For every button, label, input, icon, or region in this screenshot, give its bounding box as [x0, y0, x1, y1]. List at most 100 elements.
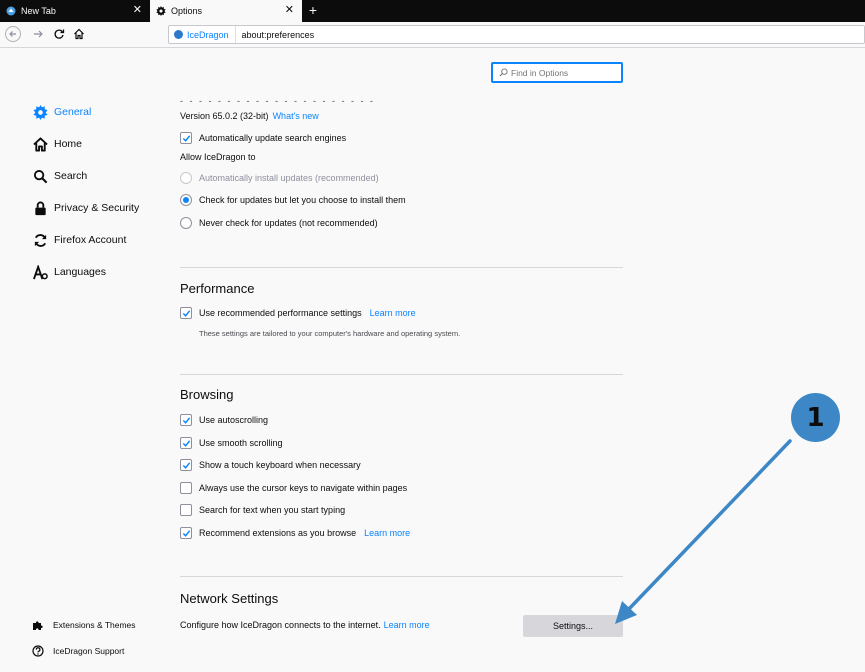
tab-title: New Tab	[21, 6, 56, 16]
sidebar-item-label: Search	[54, 170, 88, 182]
sidebar-item-label: General	[54, 106, 92, 118]
sidebar-footer-label: Extensions & Themes	[53, 620, 136, 630]
performance-note: These settings are tailored to your comp…	[199, 329, 461, 338]
sidebar-item-label: Privacy & Security	[54, 202, 140, 214]
lock-icon	[32, 200, 48, 216]
gear-icon	[156, 6, 166, 16]
search-input-wrapper[interactable]	[491, 62, 623, 83]
home-icon[interactable]	[71, 26, 87, 42]
annotation-callout: 1	[791, 393, 840, 442]
help-icon	[32, 645, 44, 657]
search-icon	[32, 168, 48, 184]
radio-auto-install	[180, 172, 192, 184]
forward-icon[interactable]	[30, 26, 46, 42]
network-settings-button[interactable]: Settings...	[523, 615, 623, 637]
back-icon[interactable]	[5, 26, 21, 42]
smooth-scrolling-row[interactable]: Use smooth scrolling	[180, 437, 283, 449]
checkbox-label: Automatically update search engines	[199, 133, 347, 143]
recommended-performance-checkbox[interactable]	[180, 307, 192, 319]
tab-strip: New Tab ✕ Options ✕ +	[0, 0, 865, 22]
network-description: Configure how IceDragon connects to the …	[180, 620, 381, 630]
update-option-check-only[interactable]: Check for updates but let you choose to …	[180, 194, 406, 206]
tab-new-tab[interactable]: New Tab ✕	[0, 0, 150, 22]
cursor-keys-checkbox[interactable]	[180, 482, 192, 494]
network-settings-heading: Network Settings	[180, 591, 279, 606]
auto-update-search-checkbox-row[interactable]: Automatically update search engines	[180, 132, 346, 144]
checkbox-label: Recommend extensions as you browse	[199, 528, 357, 538]
checkbox-label: Use smooth scrolling	[199, 438, 283, 448]
touch-keyboard-row[interactable]: Show a touch keyboard when necessary	[180, 459, 361, 471]
navigation-toolbar: IceDragon about:preferences	[0, 22, 865, 48]
version-text: Version 65.0.2 (32-bit)	[180, 111, 269, 121]
checkbox-label: Use recommended performance settings	[199, 308, 362, 318]
sidebar-item-search[interactable]: Search	[32, 168, 87, 184]
sidebar-item-label: Languages	[54, 266, 106, 278]
update-option-never-check[interactable]: Never check for updates (not recommended…	[180, 217, 378, 229]
recommend-extensions-row[interactable]: Recommend extensions as you browse Learn…	[180, 527, 410, 539]
truncated-text: - - - - - - - - - - - - - - - - - - - - …	[180, 96, 375, 106]
browsing-heading: Browsing	[180, 387, 234, 402]
sync-icon	[32, 232, 48, 248]
icedragon-logo-icon	[6, 6, 16, 16]
network-learn-more-link[interactable]: Learn more	[384, 620, 430, 630]
gear-icon	[32, 104, 48, 120]
browser-window: New Tab ✕ Options ✕ + IceDragon about:pr…	[0, 0, 865, 672]
whats-new-link[interactable]: What's new	[273, 111, 319, 121]
language-icon	[32, 264, 48, 280]
allow-label: Allow IceDragon to	[180, 152, 256, 162]
sidebar-item-languages[interactable]: Languages	[32, 264, 106, 280]
auto-update-search-checkbox[interactable]	[180, 132, 192, 144]
new-tab-button[interactable]: +	[305, 1, 321, 19]
reload-icon[interactable]	[51, 26, 67, 42]
smooth-scrolling-checkbox[interactable]	[180, 437, 192, 449]
radio-never-check[interactable]	[180, 217, 192, 229]
checkbox-label: Use autoscrolling	[199, 415, 269, 425]
search-when-typing-row[interactable]: Search for text when you start typing	[180, 504, 345, 516]
sidebar-item-label: Home	[54, 138, 83, 150]
search-input[interactable]	[511, 67, 621, 78]
performance-heading: Performance	[180, 281, 255, 296]
touch-keyboard-checkbox[interactable]	[180, 459, 192, 471]
puzzle-icon	[32, 619, 44, 631]
update-option-auto-install: Automatically install updates (recommend…	[180, 172, 379, 184]
radio-label: Check for updates but let you choose to …	[199, 195, 406, 205]
sidebar-item-label: Firefox Account	[54, 234, 127, 246]
recommend-extensions-checkbox[interactable]	[180, 527, 192, 539]
autoscrolling-checkbox[interactable]	[180, 414, 192, 426]
autoscrolling-row[interactable]: Use autoscrolling	[180, 414, 268, 426]
tab-title: Options	[171, 6, 203, 16]
radio-label: Never check for updates (not recommended…	[199, 218, 378, 228]
sidebar-item-extensions-themes[interactable]: Extensions & Themes	[32, 619, 136, 631]
extensions-learn-more-link[interactable]: Learn more	[364, 528, 410, 538]
radio-check-only[interactable]	[180, 194, 192, 206]
section-divider	[180, 576, 623, 577]
checkbox-label: Always use the cursor keys to navigate w…	[199, 483, 408, 493]
browser-identity-icon	[174, 30, 183, 39]
sidebar-item-privacy-security[interactable]: Privacy & Security	[32, 200, 139, 216]
cursor-keys-row[interactable]: Always use the cursor keys to navigate w…	[180, 482, 407, 494]
close-tab-icon[interactable]: ✕	[133, 3, 142, 17]
url-text[interactable]: about:preferences	[236, 30, 315, 40]
section-divider	[180, 374, 623, 375]
annotation-number: 1	[806, 402, 825, 433]
tab-options[interactable]: Options ✕	[150, 0, 302, 22]
radio-label: Automatically install updates (recommend…	[199, 173, 379, 183]
url-bar[interactable]: IceDragon about:preferences	[168, 25, 865, 44]
performance-learn-more-link[interactable]: Learn more	[370, 308, 416, 318]
checkbox-label: Show a touch keyboard when necessary	[199, 460, 361, 470]
checkbox-label: Search for text when you start typing	[199, 505, 346, 515]
site-identity-label: IceDragon	[187, 29, 229, 40]
search-when-typing-checkbox[interactable]	[180, 504, 192, 516]
sidebar-footer-label: IceDragon Support	[53, 646, 125, 656]
section-divider	[180, 267, 623, 268]
home-icon	[32, 136, 48, 152]
sidebar-item-home[interactable]: Home	[32, 136, 82, 152]
sidebar-item-firefox-account[interactable]: Firefox Account	[32, 232, 126, 248]
site-identity[interactable]: IceDragon	[169, 26, 236, 43]
close-tab-icon[interactable]: ✕	[285, 3, 294, 17]
recommended-performance-row[interactable]: Use recommended performance settings Lea…	[180, 307, 416, 319]
search-icon	[499, 68, 508, 77]
network-description-row: Configure how IceDragon connects to the …	[180, 620, 430, 630]
sidebar-item-general[interactable]: General	[32, 104, 91, 120]
sidebar-item-icedragon-support[interactable]: IceDragon Support	[32, 645, 124, 657]
